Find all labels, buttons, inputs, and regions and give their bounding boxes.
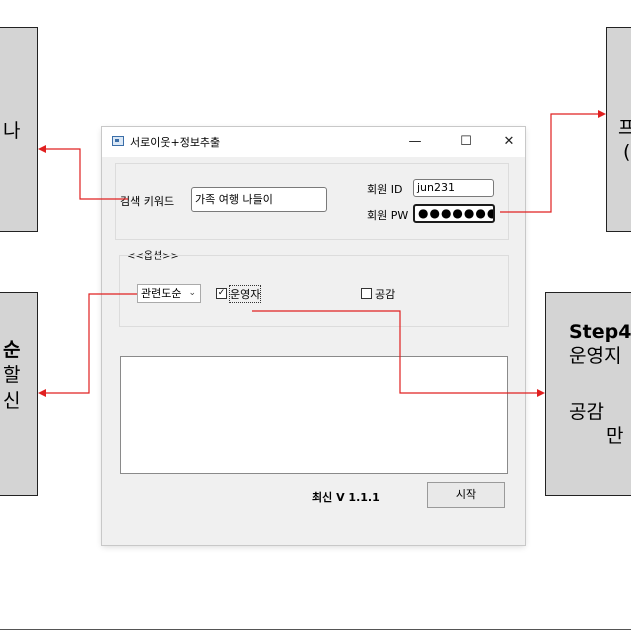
connector-keyword bbox=[38, 145, 128, 200]
connector-password bbox=[500, 110, 606, 213]
connector-operator bbox=[252, 310, 545, 397]
connector-sort bbox=[38, 293, 137, 397]
bottom-divider bbox=[0, 629, 631, 630]
connector-lines bbox=[38, 110, 606, 397]
